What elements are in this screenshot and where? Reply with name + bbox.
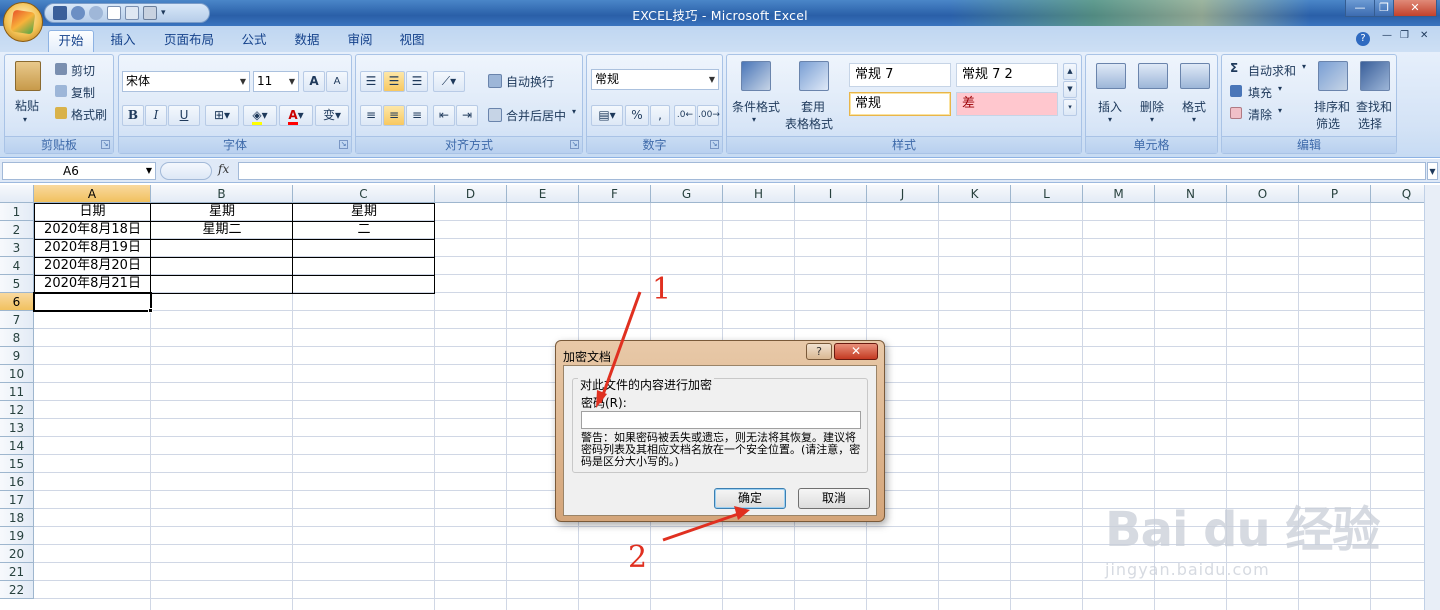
office-logo-icon bbox=[10, 9, 36, 35]
arrow-2-head bbox=[734, 506, 750, 520]
excel-window: EXCEL技巧 - Microsoft Excel — ❐ ✕ ▾ 开始 插入 … bbox=[0, 0, 1440, 610]
annotation-marker-1: 1 bbox=[652, 272, 672, 307]
baidu-watermark: Bai du 经验 jingyan.baidu.com bbox=[1105, 490, 1380, 579]
office-button[interactable] bbox=[3, 2, 43, 42]
watermark-url: jingyan.baidu.com bbox=[1105, 560, 1270, 579]
watermark-brand: Bai du 经验 bbox=[1105, 502, 1380, 558]
arrow-1-head bbox=[596, 390, 607, 408]
arrow-2-shaft bbox=[662, 510, 745, 542]
annotation-marker-2: 2 bbox=[628, 540, 648, 575]
arrow-1-shaft bbox=[598, 291, 642, 404]
